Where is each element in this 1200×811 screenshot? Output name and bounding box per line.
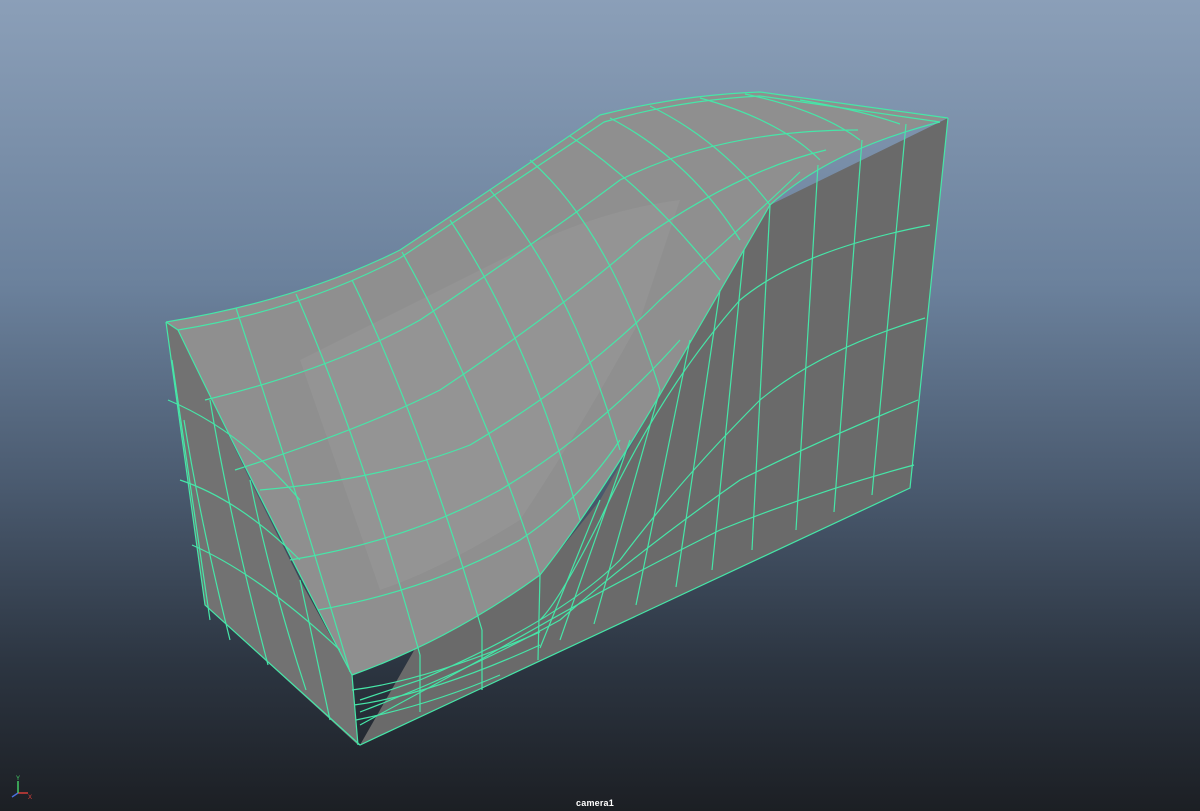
camera-name-label: camera1 (576, 798, 614, 808)
axis-z-line (11, 792, 19, 798)
viewport-panel[interactable]: X Y camera1 (0, 0, 1200, 811)
mesh-wireframe-scene[interactable] (0, 0, 1200, 811)
axis-y-label: Y (16, 776, 20, 782)
axis-gizmo: X Y (11, 776, 32, 801)
